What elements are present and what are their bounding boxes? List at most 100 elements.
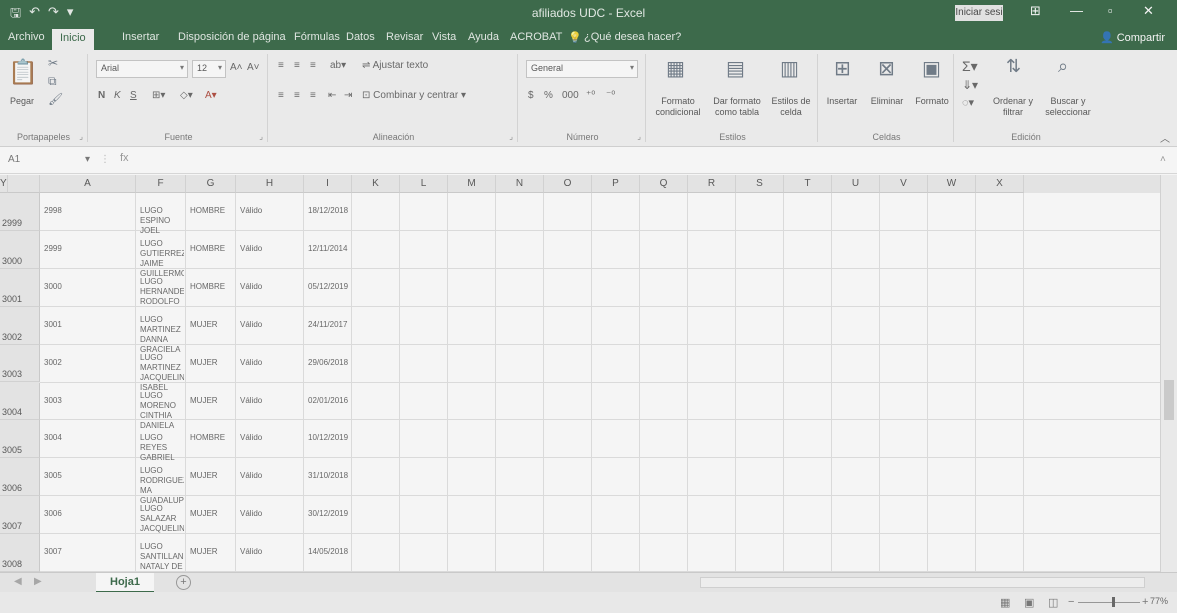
row-header[interactable]: 3000 [0, 230, 40, 269]
decrease-decimal-icon[interactable]: ⁻⁰ [606, 90, 615, 101]
cell-styles-button[interactable]: Estilos de celda [766, 96, 816, 118]
font-size-combo[interactable]: 12 ▾ [192, 60, 226, 78]
delete-button[interactable]: Eliminar [864, 96, 910, 107]
expand-formula-icon[interactable]: ˄ [1160, 154, 1166, 165]
ribbon-display-icon[interactable]: ⊞ [1030, 3, 1041, 19]
column-header-a[interactable]: A [40, 175, 136, 193]
zoom-slider-thumb[interactable] [1112, 597, 1115, 607]
column-header-x[interactable]: X [976, 175, 1024, 193]
cell-name[interactable]: LUGO MARTINEZ DANNA GRACIELA [140, 315, 184, 355]
cell-date[interactable]: 05/12/2019 [308, 282, 350, 292]
align-left-icon[interactable]: ≡ [278, 90, 284, 101]
format-button[interactable]: Formato [910, 96, 954, 107]
cell-id[interactable]: 3005 [44, 471, 134, 481]
page-layout-icon[interactable]: ▣ [1024, 596, 1034, 609]
column-header-y[interactable]: Y [0, 175, 8, 193]
cell-id[interactable]: 3003 [44, 396, 134, 406]
column-header-m[interactable]: M [448, 175, 496, 193]
minimize-icon[interactable]: — [1070, 3, 1083, 18]
font-name-combo[interactable]: Arial ▾ [96, 60, 188, 78]
tab-insertar[interactable]: Insertar [122, 31, 159, 43]
underline-button[interactable]: S [130, 90, 137, 101]
fill-icon[interactable]: ⇓▾ [962, 78, 978, 92]
cell-status[interactable]: Válido [240, 282, 302, 292]
next-sheet-icon[interactable]: ▶ [34, 576, 42, 587]
copy-icon[interactable]: ⧉ [48, 74, 57, 89]
decrease-font-icon[interactable]: A˅ [247, 62, 260, 73]
redo-icon[interactable]: ↷ [48, 4, 59, 26]
row-header[interactable]: 3008 [0, 534, 40, 572]
tab-ayuda[interactable]: Ayuda [468, 31, 499, 43]
tab-formulas[interactable]: Fórmulas [294, 31, 340, 43]
column-header-v[interactable]: V [880, 175, 928, 193]
increase-indent-icon[interactable]: ⇥ [344, 90, 352, 101]
cell-gender[interactable]: HOMBRE [190, 433, 234, 443]
dialog-launcher-icon[interactable]: ⌟ [79, 132, 83, 141]
column-header-i[interactable]: I [304, 175, 352, 193]
align-middle-icon[interactable]: ≡ [294, 60, 300, 71]
column-header-h[interactable]: H [236, 175, 304, 193]
cell-name[interactable]: LUGO RODRIGUEZ MA GUADALUPE [140, 466, 184, 506]
paste-icon[interactable]: 📋 [8, 58, 38, 87]
cell-date[interactable]: 24/11/2017 [308, 320, 350, 330]
column-header-u[interactable]: U [832, 175, 880, 193]
zoom-level[interactable]: 77% [1150, 596, 1168, 606]
tab-disposicion[interactable]: Disposición de página [178, 31, 286, 43]
cell-status[interactable]: Válido [240, 244, 302, 254]
cell-status[interactable]: Válido [240, 471, 302, 481]
undo-icon[interactable]: ↶ [29, 4, 40, 26]
cell-date[interactable]: 30/12/2019 [308, 509, 350, 519]
cell-status[interactable]: Válido [240, 396, 302, 406]
add-sheet-icon[interactable]: + [176, 575, 191, 590]
cell-date[interactable]: 18/12/2018 [308, 206, 350, 216]
align-center-icon[interactable]: ≡ [294, 90, 300, 101]
cell-gender[interactable]: MUJER [190, 547, 234, 557]
cell-status[interactable]: Válido [240, 433, 302, 443]
row-header[interactable]: 3003 [0, 344, 40, 383]
align-top-icon[interactable]: ≡ [278, 60, 284, 71]
column-header-l[interactable]: L [400, 175, 448, 193]
column-header-r[interactable]: R [688, 175, 736, 193]
maximize-icon[interactable]: ▫ [1108, 3, 1113, 18]
zoom-slider[interactable] [1078, 602, 1140, 603]
cell-status[interactable]: Válido [240, 547, 302, 557]
increase-font-icon[interactable]: A˄ [230, 62, 243, 73]
cell-id[interactable]: 2998 [44, 206, 134, 216]
close-icon[interactable]: ✕ [1143, 3, 1154, 19]
tab-inicio[interactable]: Inicio [52, 29, 94, 50]
cell-name[interactable]: LUGO SALAZAR JACQUELINE [140, 504, 184, 534]
cell-id[interactable]: 3001 [44, 320, 134, 330]
column-header-q[interactable]: Q [640, 175, 688, 193]
cell-gender[interactable]: MUJER [190, 471, 234, 481]
column-header-f[interactable]: F [136, 175, 186, 193]
cell-id[interactable]: 2999 [44, 244, 134, 254]
tab-vista[interactable]: Vista [432, 31, 456, 43]
scroll-thumb[interactable] [1164, 380, 1174, 420]
cell-name[interactable]: LUGO MORENO CINTHIA DANIELA [140, 391, 184, 431]
dialog-launcher-icon[interactable]: ⌟ [509, 132, 513, 141]
thousands-button[interactable]: 000 [562, 90, 579, 101]
align-bottom-icon[interactable]: ≡ [310, 60, 316, 71]
cell-name[interactable]: LUGO MARTINEZ JACQUELINE ISABEL [140, 353, 184, 393]
orientation-icon[interactable]: ab▾ [330, 60, 346, 71]
column-header-p[interactable]: P [592, 175, 640, 193]
share-button[interactable]: 👤 Compartir [1100, 31, 1165, 44]
tab-datos[interactable]: Datos [346, 31, 375, 43]
insert-button[interactable]: Insertar [820, 96, 864, 107]
dialog-launcher-icon[interactable]: ⌟ [637, 132, 641, 141]
cell-gender[interactable]: MUJER [190, 320, 234, 330]
name-box[interactable]: A1 ▾ [4, 151, 94, 170]
column-header-o[interactable]: O [544, 175, 592, 193]
dialog-launcher-icon[interactable]: ⌟ [259, 132, 263, 141]
bold-button[interactable]: N [98, 90, 105, 101]
cell-name[interactable]: LUGO GUTIERREZ JAIME GUILLERMO [140, 239, 184, 279]
cell-gender[interactable]: HOMBRE [190, 206, 234, 216]
clear-icon[interactable]: ◌▾ [962, 96, 974, 109]
sort-filter-button[interactable]: Ordenar y filtrar [988, 96, 1038, 118]
cell-gender[interactable]: HOMBRE [190, 244, 234, 254]
align-right-icon[interactable]: ≡ [310, 90, 316, 101]
tab-acrobat[interactable]: ACROBAT [510, 31, 562, 43]
format-table-button[interactable]: Dar formato como tabla [708, 96, 766, 118]
cell-date[interactable]: 14/05/2018 [308, 547, 350, 557]
cell-status[interactable]: Válido [240, 206, 302, 216]
